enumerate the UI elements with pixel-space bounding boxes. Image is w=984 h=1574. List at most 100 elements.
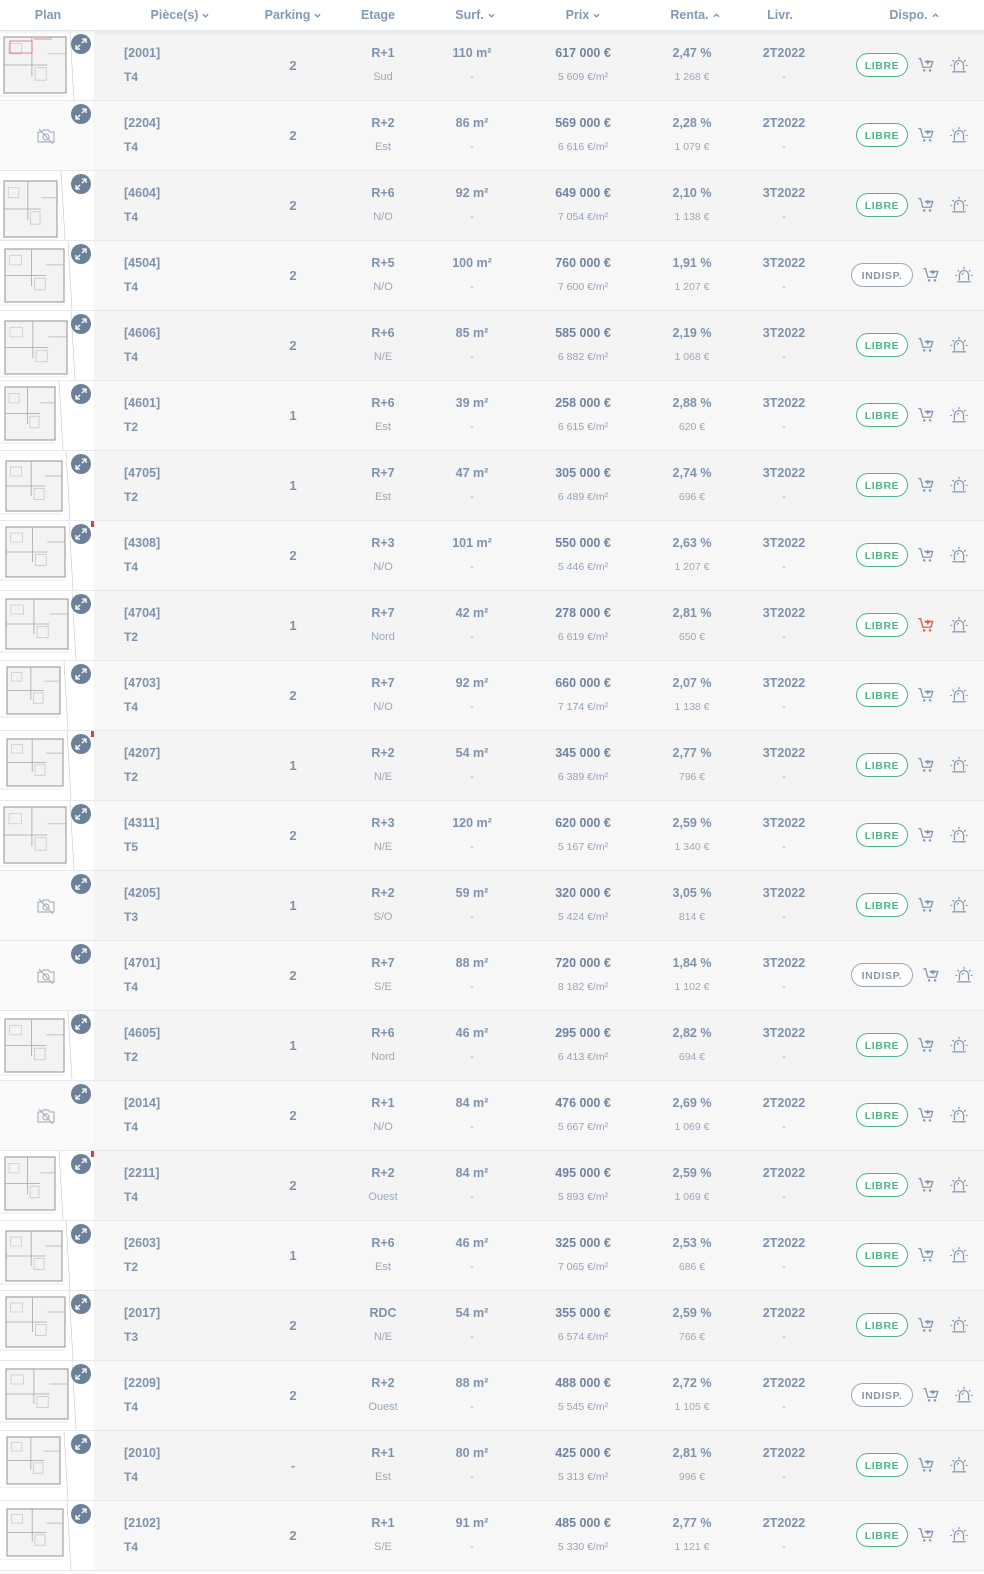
alert-siren-icon[interactable] <box>949 1245 969 1265</box>
plan-thumbnail[interactable] <box>0 1501 94 1570</box>
expand-plan-icon[interactable] <box>71 874 91 894</box>
table-row[interactable]: [2102] T4 2 R+1 S/E 91 m² - 485 000 € 5 … <box>0 1501 984 1571</box>
alert-siren-icon[interactable] <box>949 335 969 355</box>
expand-plan-icon[interactable] <box>71 454 91 474</box>
expand-plan-icon[interactable] <box>71 804 91 824</box>
alert-siren-icon[interactable] <box>949 825 969 845</box>
add-to-cart-icon[interactable] <box>922 1386 940 1404</box>
alert-siren-icon[interactable] <box>949 1315 969 1335</box>
table-row[interactable]: [4701] T4 2 R+7 S/E 88 m² - 720 000 € 8 … <box>0 941 984 1011</box>
col-renta-header[interactable]: Renta. <box>655 0 735 30</box>
expand-plan-icon[interactable] <box>71 524 91 544</box>
table-row[interactable]: [4601] T2 1 R+6 Est 39 m² - 258 000 € 6 … <box>0 381 984 451</box>
add-to-cart-icon[interactable] <box>922 966 940 984</box>
table-row[interactable]: [2014] T4 2 R+1 N/O 84 m² - 476 000 € 5 … <box>0 1081 984 1151</box>
add-to-cart-icon[interactable] <box>917 616 935 634</box>
expand-plan-icon[interactable] <box>71 944 91 964</box>
alert-siren-icon[interactable] <box>949 475 969 495</box>
add-to-cart-icon[interactable] <box>917 826 935 844</box>
availability-badge[interactable]: LIBRE <box>856 333 908 357</box>
col-surf-header[interactable]: Surf. <box>440 0 510 30</box>
alert-siren-icon[interactable] <box>949 1455 969 1475</box>
plan-thumbnail[interactable] <box>0 801 94 870</box>
plan-thumbnail[interactable] <box>0 871 94 940</box>
plan-thumbnail[interactable] <box>0 731 94 800</box>
add-to-cart-icon[interactable] <box>917 896 935 914</box>
table-row[interactable]: [4606] T4 2 R+6 N/E 85 m² - 585 000 € 6 … <box>0 311 984 381</box>
plan-thumbnail[interactable] <box>0 1081 94 1150</box>
col-pieces-header[interactable]: Pièce(s) <box>138 0 222 30</box>
plan-thumbnail[interactable] <box>0 1221 94 1290</box>
availability-badge[interactable]: LIBRE <box>856 193 908 217</box>
expand-plan-icon[interactable] <box>71 174 91 194</box>
expand-plan-icon[interactable] <box>71 664 91 684</box>
plan-thumbnail[interactable] <box>0 241 94 310</box>
expand-plan-icon[interactable] <box>71 1364 91 1384</box>
availability-badge[interactable]: LIBRE <box>856 1033 908 1057</box>
table-row[interactable]: [2010] T4 - R+1 Est 80 m² - 425 000 € 5 … <box>0 1431 984 1501</box>
add-to-cart-icon[interactable] <box>917 1526 935 1544</box>
plan-thumbnail[interactable] <box>0 101 94 170</box>
table-row[interactable]: [4205] T3 1 R+2 S/O 59 m² - 320 000 € 5 … <box>0 871 984 941</box>
expand-plan-icon[interactable] <box>71 1294 91 1314</box>
alert-siren-icon[interactable] <box>949 615 969 635</box>
plan-thumbnail[interactable] <box>0 1011 94 1080</box>
col-etage-header[interactable]: Etage <box>352 0 404 30</box>
table-row[interactable]: [4605] T2 1 R+6 Nord 46 m² - 295 000 € 6… <box>0 1011 984 1081</box>
table-row[interactable]: [4308] T4 2 R+3 N/O 101 m² - 550 000 € 5… <box>0 521 984 591</box>
availability-badge[interactable]: LIBRE <box>856 893 908 917</box>
add-to-cart-icon[interactable] <box>917 1456 935 1474</box>
alert-siren-icon[interactable] <box>949 55 969 75</box>
col-prix-header[interactable]: Prix <box>548 0 618 30</box>
col-dispo-header[interactable]: Dispo. <box>878 0 950 30</box>
table-row[interactable]: [4704] T2 1 R+7 Nord 42 m² - 278 000 € 6… <box>0 591 984 661</box>
table-row[interactable]: [4504] T4 2 R+5 N/O 100 m² - 760 000 € 7… <box>0 241 984 311</box>
availability-badge[interactable]: INDISP. <box>851 263 913 287</box>
alert-siren-icon[interactable] <box>949 895 969 915</box>
table-row[interactable]: [2001] T4 2 R+1 Sud 110 m² - 617 000 € 5… <box>0 31 984 101</box>
add-to-cart-icon[interactable] <box>917 1106 935 1124</box>
alert-siren-icon[interactable] <box>949 1035 969 1055</box>
availability-badge[interactable]: LIBRE <box>856 1173 908 1197</box>
alert-siren-icon[interactable] <box>954 965 974 985</box>
table-row[interactable]: [4207] T2 1 R+2 N/E 54 m² - 345 000 € 6 … <box>0 731 984 801</box>
add-to-cart-icon[interactable] <box>917 1316 935 1334</box>
add-to-cart-icon[interactable] <box>917 126 935 144</box>
alert-siren-icon[interactable] <box>949 1525 969 1545</box>
plan-thumbnail[interactable] <box>0 381 94 450</box>
expand-plan-icon[interactable] <box>71 384 91 404</box>
add-to-cart-icon[interactable] <box>917 476 935 494</box>
alert-siren-icon[interactable] <box>949 755 969 775</box>
table-row[interactable]: [2017] T3 2 RDC N/E 54 m² - 355 000 € 6 … <box>0 1291 984 1361</box>
expand-plan-icon[interactable] <box>71 594 91 614</box>
availability-badge[interactable]: LIBRE <box>856 123 908 147</box>
expand-plan-icon[interactable] <box>71 1014 91 1034</box>
availability-badge[interactable]: LIBRE <box>856 543 908 567</box>
plan-thumbnail[interactable] <box>0 1431 94 1500</box>
add-to-cart-icon[interactable] <box>917 1036 935 1054</box>
expand-plan-icon[interactable] <box>71 1504 91 1524</box>
plan-thumbnail[interactable] <box>0 521 94 590</box>
alert-siren-icon[interactable] <box>954 1385 974 1405</box>
expand-plan-icon[interactable] <box>71 1434 91 1454</box>
availability-badge[interactable]: LIBRE <box>856 473 908 497</box>
plan-thumbnail[interactable] <box>0 451 94 520</box>
availability-badge[interactable]: LIBRE <box>856 1453 908 1477</box>
alert-siren-icon[interactable] <box>949 545 969 565</box>
table-row[interactable]: [2603] T2 1 R+6 Est 46 m² - 325 000 € 7 … <box>0 1221 984 1291</box>
expand-plan-icon[interactable] <box>71 34 91 54</box>
availability-badge[interactable]: LIBRE <box>856 683 908 707</box>
availability-badge[interactable]: LIBRE <box>856 823 908 847</box>
expand-plan-icon[interactable] <box>71 1224 91 1244</box>
add-to-cart-icon[interactable] <box>917 406 935 424</box>
col-livr-header[interactable]: Livr. <box>752 0 808 30</box>
add-to-cart-icon[interactable] <box>917 1246 935 1264</box>
table-row[interactable]: [4604] T4 2 R+6 N/O 92 m² - 649 000 € 7 … <box>0 171 984 241</box>
availability-badge[interactable]: LIBRE <box>856 53 908 77</box>
availability-badge[interactable]: INDISP. <box>851 1383 913 1407</box>
availability-badge[interactable]: LIBRE <box>856 1103 908 1127</box>
add-to-cart-icon[interactable] <box>917 546 935 564</box>
table-row[interactable]: [2209] T4 2 R+2 Ouest 88 m² - 488 000 € … <box>0 1361 984 1431</box>
expand-plan-icon[interactable] <box>71 734 91 754</box>
expand-plan-icon[interactable] <box>71 244 91 264</box>
